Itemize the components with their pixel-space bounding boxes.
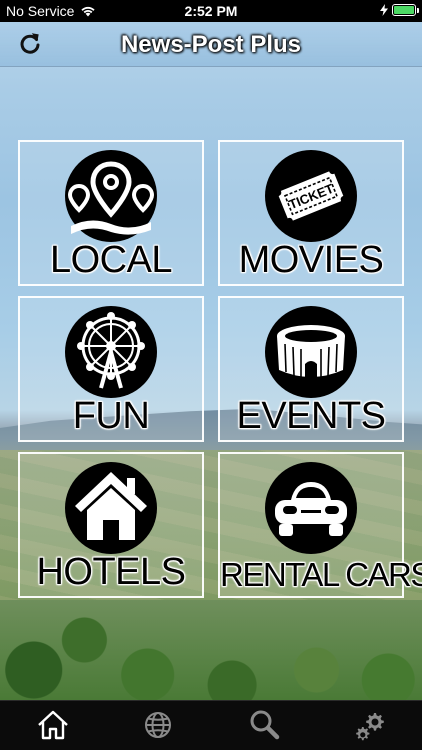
tile-fun[interactable]: FUN (18, 296, 204, 442)
tile-label-fun: FUN (72, 395, 150, 437)
ticket-icon: TICKET (265, 150, 357, 242)
navigation-bar: News-Post Plus (0, 22, 422, 67)
tile-label-movies: MOVIES (238, 239, 384, 281)
background-trees (0, 600, 422, 700)
home-icon[interactable] (35, 707, 71, 743)
battery-level (394, 6, 414, 14)
status-bar: No Service 2:52 PM (0, 0, 422, 22)
tile-hotels[interactable]: HOTELS (18, 452, 204, 598)
status-time: 2:52 PM (184, 3, 238, 19)
tile-events[interactable]: EVENTS (218, 296, 404, 442)
status-right (380, 4, 419, 16)
globe-icon[interactable] (140, 707, 176, 743)
stadium-icon (265, 306, 357, 398)
tile-label-hotels: HOTELS (36, 551, 186, 593)
tile-label-rental-cars: RENTAL CARS (220, 556, 422, 593)
tile-label-local: LOCAL (49, 239, 173, 281)
tile-rental-cars[interactable]: RENTAL CARS (218, 452, 422, 598)
page-title: News-Post Plus (120, 31, 302, 58)
tile-movies[interactable]: TICKET MOVIES (218, 140, 404, 286)
house-icon (65, 462, 157, 554)
search-icon[interactable] (246, 707, 282, 743)
location-pins-icon (65, 150, 157, 242)
settings-icon[interactable] (352, 707, 388, 743)
charging-icon (380, 4, 388, 16)
battery-icon (392, 4, 419, 16)
tab-bar (0, 700, 422, 750)
tile-local[interactable]: LOCAL (18, 140, 204, 286)
tile-label-events: EVENTS (236, 395, 386, 437)
ferris-wheel-icon (65, 306, 157, 398)
car-icon (265, 462, 357, 554)
